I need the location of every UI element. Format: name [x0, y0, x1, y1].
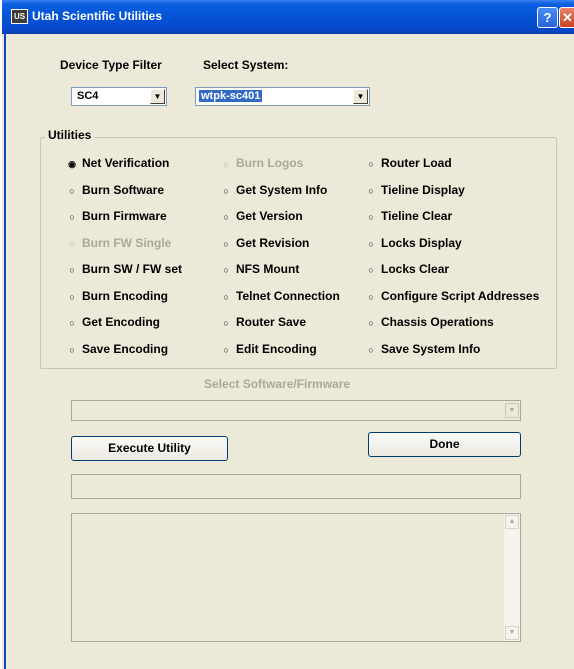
radio-burn-software[interactable]: ○ Burn Software — [66, 183, 164, 197]
radio-label: Get Version — [236, 209, 303, 223]
radio-save-encoding[interactable]: ○ Save Encoding — [66, 342, 168, 356]
radio-checked-icon: ◉ — [68, 159, 76, 169]
done-button[interactable]: Done — [368, 432, 521, 457]
radio-get-revision[interactable]: ○ Get Revision — [220, 236, 309, 250]
device-filter-label: Device Type Filter — [60, 58, 162, 72]
radio-label: Save Encoding — [82, 341, 169, 356]
scroll-up-icon[interactable]: ▲ — [505, 515, 519, 529]
radio-label: Telnet Connection — [236, 288, 340, 303]
radio-unchecked-icon: ○ — [368, 238, 374, 249]
utilities-label: Utilities — [45, 128, 95, 142]
output-scrollbar[interactable]: ▲ ▼ — [504, 514, 520, 641]
radio-label: Locks Display — [381, 235, 462, 250]
radio-unchecked-icon: ○ — [69, 318, 75, 328]
status-field[interactable] — [71, 474, 521, 499]
radio-locks-display[interactable]: ○ Locks Display — [365, 235, 462, 250]
scroll-down-icon[interactable]: ▼ — [505, 626, 519, 640]
system-value: wtpk-sc401 — [199, 90, 263, 102]
radio-unchecked-icon: ○ — [368, 212, 374, 222]
radio-router-save[interactable]: ○ Router Save — [220, 315, 306, 329]
radio-tieline-display[interactable]: ○ Tieline Display — [365, 183, 465, 197]
radio-label: Net Verification — [82, 156, 170, 170]
radio-label: Save System Info — [381, 341, 481, 356]
radio-locks-clear[interactable]: ○ Locks Clear — [365, 262, 449, 276]
radio-burn-sw-fw-set[interactable]: ○ Burn SW / FW set — [66, 262, 182, 276]
radio-label: Burn Software — [82, 182, 165, 197]
radio-unchecked-icon: ○ — [223, 238, 229, 249]
radio-label: Burn Firmware — [82, 209, 167, 223]
radio-unchecked-icon: ○ — [223, 185, 229, 196]
radio-get-version[interactable]: ○ Get Version — [220, 209, 303, 223]
radio-unchecked-icon: ○ — [223, 159, 229, 169]
utilities-group — [40, 137, 557, 369]
radio-unchecked-icon: ○ — [368, 344, 374, 355]
radio-unchecked-icon: ○ — [223, 212, 229, 222]
radio-unchecked-icon: ○ — [223, 344, 229, 355]
radio-label: Edit Encoding — [236, 341, 317, 356]
radio-label: Burn FW Single — [82, 235, 172, 250]
radio-burn-logos: ○ Burn Logos — [220, 156, 303, 170]
radio-burn-fw-single: ○ Burn FW Single — [66, 236, 171, 250]
radio-net-verification[interactable]: ◉ Net Verification — [66, 156, 169, 170]
radio-unchecked-icon: ○ — [69, 185, 75, 196]
radio-nfs-mount[interactable]: ○ NFS Mount — [220, 262, 299, 276]
select-system-label: Select System: — [203, 58, 289, 72]
radio-save-system-info[interactable]: ○ Save System Info — [365, 342, 480, 356]
radio-unchecked-icon: ○ — [368, 265, 374, 275]
radio-router-load[interactable]: ○ Router Load — [365, 156, 452, 170]
radio-label: Get Encoding — [82, 315, 160, 329]
radio-unchecked-icon: ○ — [368, 159, 374, 169]
radio-label: Burn SW / FW set — [82, 262, 182, 276]
radio-chassis-operations[interactable]: ○ Chassis Operations — [365, 315, 494, 329]
radio-unchecked-icon: ○ — [368, 185, 374, 196]
radio-tieline-clear[interactable]: ○ Tieline Clear — [365, 209, 452, 223]
device-filter-value: SC4 — [77, 90, 99, 102]
close-button[interactable]: ✕ — [559, 7, 574, 28]
radio-unchecked-icon: ○ — [223, 291, 229, 302]
chevron-down-icon[interactable]: ▼ — [353, 89, 368, 104]
radio-unchecked-icon: ○ — [69, 291, 75, 302]
software-select[interactable]: ▼ — [71, 400, 521, 421]
device-filter-select[interactable]: SC4 ▼ — [71, 87, 167, 106]
radio-unchecked-icon: ○ — [223, 318, 229, 328]
utility-window: US Utah Scientific Utilities ? ✕ Device … — [2, 0, 574, 669]
radio-label: Tieline Display — [381, 182, 465, 197]
radio-label: Burn Encoding — [82, 288, 168, 303]
radio-unchecked-icon: ○ — [69, 238, 75, 249]
radio-get-encoding[interactable]: ○ Get Encoding — [66, 315, 160, 329]
radio-label: Locks Clear — [381, 262, 450, 276]
radio-label: Burn Logos — [236, 156, 304, 170]
radio-label: Get Revision — [236, 235, 310, 250]
title-bar[interactable]: US Utah Scientific Utilities ? ✕ — [2, 0, 574, 34]
radio-get-system-info[interactable]: ○ Get System Info — [220, 183, 327, 197]
radio-unchecked-icon: ○ — [69, 212, 75, 222]
radio-telnet-connection[interactable]: ○ Telnet Connection — [220, 289, 340, 303]
radio-label: NFS Mount — [236, 262, 300, 276]
help-button[interactable]: ? — [537, 7, 558, 28]
app-logo-icon: US — [11, 9, 28, 24]
radio-unchecked-icon: ○ — [368, 318, 374, 328]
radio-label: Chassis Operations — [381, 315, 494, 329]
execute-utility-button[interactable]: Execute Utility — [71, 436, 228, 461]
radio-configure-script-addresses[interactable]: ○ Configure Script Addresses — [365, 289, 539, 303]
window-border — [4, 34, 6, 669]
output-textarea[interactable]: ▲ ▼ — [71, 513, 521, 642]
radio-edit-encoding[interactable]: ○ Edit Encoding — [220, 341, 317, 356]
radio-burn-firmware[interactable]: ○ Burn Firmware — [66, 209, 167, 223]
radio-unchecked-icon: ○ — [368, 291, 374, 302]
radio-label: Get System Info — [236, 182, 328, 197]
chevron-down-icon: ▼ — [505, 403, 519, 418]
radio-label: Tieline Clear — [381, 209, 453, 223]
window-title: Utah Scientific Utilities — [32, 9, 163, 23]
radio-label: Configure Script Addresses — [381, 288, 540, 303]
software-label: Select Software/Firmware — [204, 377, 351, 391]
radio-unchecked-icon: ○ — [69, 344, 75, 355]
system-select[interactable]: wtpk-sc401 ▼ — [195, 87, 370, 106]
radio-unchecked-icon: ○ — [69, 265, 75, 275]
radio-label: Router Save — [236, 315, 307, 329]
chevron-down-icon[interactable]: ▼ — [150, 89, 165, 104]
radio-burn-encoding[interactable]: ○ Burn Encoding — [66, 289, 168, 303]
radio-unchecked-icon: ○ — [223, 265, 229, 275]
radio-label: Router Load — [381, 156, 452, 170]
